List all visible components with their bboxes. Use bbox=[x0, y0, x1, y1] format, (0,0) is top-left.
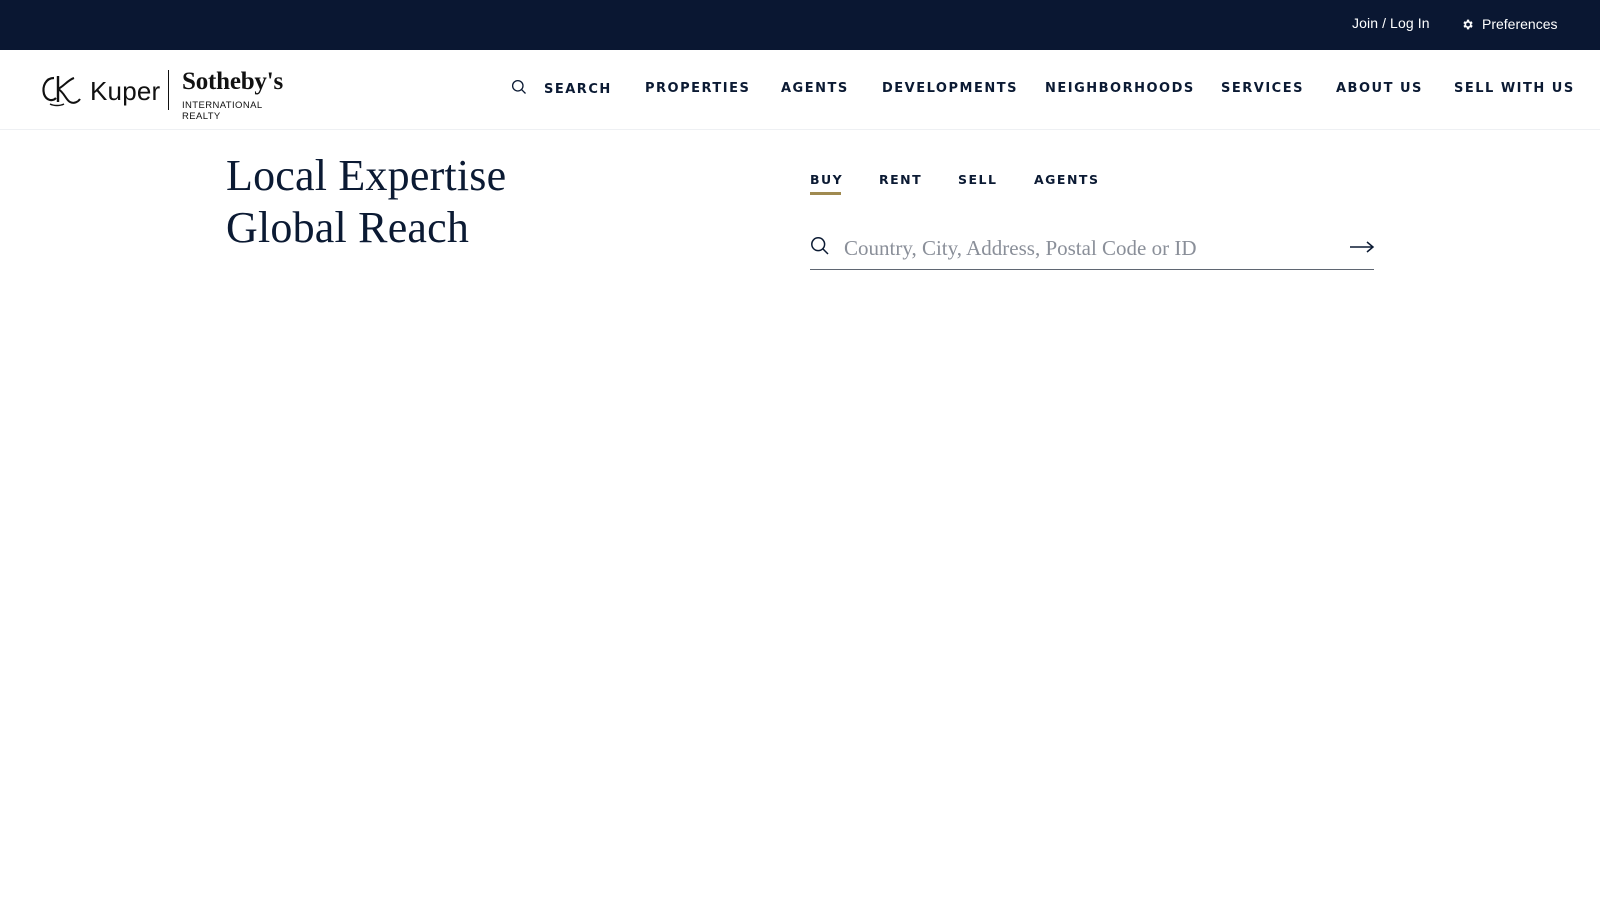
nav-sell-with-us[interactable]: SELL WITH US bbox=[1454, 81, 1575, 96]
arrow-right-icon[interactable] bbox=[1349, 240, 1375, 259]
nav-search[interactable]: SEARCH bbox=[511, 79, 612, 99]
top-utility-bar: Join / Log In Preferences bbox=[0, 0, 1600, 50]
nav-developments[interactable]: DEVELOPMENTS bbox=[882, 81, 1018, 96]
tab-agents[interactable]: AGENTS bbox=[1034, 172, 1099, 187]
search-icon bbox=[511, 79, 527, 100]
preferences-button[interactable]: Preferences bbox=[1461, 14, 1557, 34]
search-input[interactable] bbox=[844, 233, 1314, 263]
nav-search-label: SEARCH bbox=[544, 81, 612, 97]
brand-logo[interactable]: Kuper Sotheby's INTERNATIONAL REALTY bbox=[40, 68, 302, 122]
nav-properties[interactable]: PROPERTIES bbox=[645, 81, 750, 96]
property-search-box bbox=[810, 230, 1375, 270]
brand-partner: Sotheby's bbox=[182, 68, 284, 95]
tab-sell[interactable]: SELL bbox=[958, 172, 997, 187]
headline-line-2: Global Reach bbox=[226, 203, 470, 252]
nav-neighborhoods[interactable]: NEIGHBORHOODS bbox=[1045, 81, 1195, 96]
brand-tagline: INTERNATIONAL REALTY bbox=[182, 100, 263, 122]
join-login-link[interactable]: Join / Log In bbox=[1352, 15, 1430, 31]
hero-headline: Local Expertise Global Reach bbox=[226, 150, 646, 254]
brand-name: Kuper bbox=[90, 76, 161, 106]
preferences-label: Preferences bbox=[1482, 16, 1558, 32]
tab-rent[interactable]: RENT bbox=[879, 172, 922, 187]
search-icon bbox=[810, 236, 830, 261]
nav-agents[interactable]: AGENTS bbox=[781, 81, 849, 96]
headline-line-1: Local Expertise bbox=[226, 151, 507, 200]
main-header: Kuper Sotheby's INTERNATIONAL REALTY SEA… bbox=[0, 50, 1600, 130]
nav-about-us[interactable]: ABOUT US bbox=[1336, 81, 1423, 96]
logo-divider bbox=[168, 70, 169, 110]
tab-buy[interactable]: BUY bbox=[810, 172, 843, 187]
kuper-monogram-icon bbox=[40, 72, 82, 113]
active-tab-indicator bbox=[810, 192, 841, 195]
gear-icon bbox=[1461, 18, 1474, 31]
nav-services[interactable]: SERVICES bbox=[1221, 81, 1304, 96]
